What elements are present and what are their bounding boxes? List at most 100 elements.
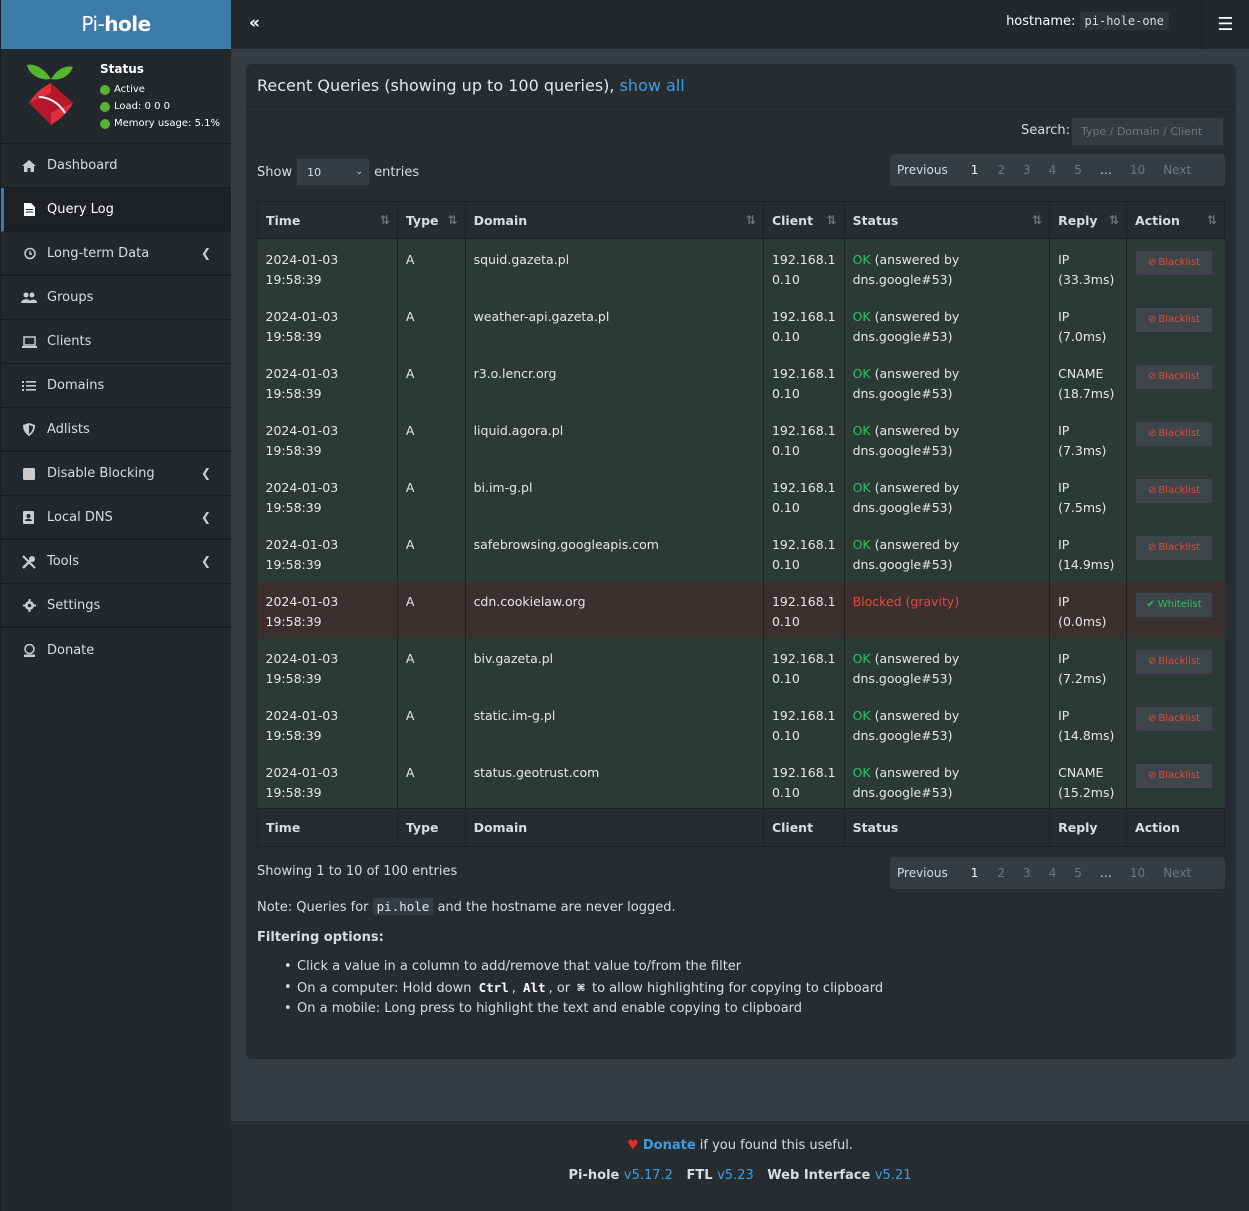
cell-domain[interactable]: cdn.cookielaw.org: [464, 580, 764, 638]
blacklist-button[interactable]: ⊘ Blacklist: [1135, 705, 1214, 732]
cell-time[interactable]: 2024-01-03 19:58:39: [257, 523, 398, 581]
cell-time[interactable]: 2024-01-03 19:58:39: [257, 466, 398, 524]
cell-type[interactable]: A: [396, 466, 466, 524]
sidebar-toggle-icon[interactable]: «: [249, 13, 260, 33]
cell-client[interactable]: 192.168.1 0.10: [762, 352, 845, 410]
cell-reply[interactable]: CNAME (15.2ms): [1049, 751, 1127, 809]
pagination-page[interactable]: 5: [1065, 163, 1091, 177]
pagination-page[interactable]: 1: [961, 163, 989, 177]
sidebar-item-tools[interactable]: Tools ❮: [1, 540, 231, 584]
cell-client[interactable]: 192.168.1 0.10: [762, 751, 845, 809]
cell-status[interactable]: OK (answered by dns.google#53): [843, 238, 1050, 296]
sidebar-item-adlists[interactable]: Adlists: [1, 408, 231, 452]
cell-domain[interactable]: bi.im-g.pl: [464, 466, 764, 524]
cell-status[interactable]: Blocked (gravity): [843, 580, 1050, 638]
sidebar-item-donate[interactable]: Donate: [1, 628, 231, 672]
blacklist-button[interactable]: ⊘ Blacklist: [1135, 762, 1214, 789]
cell-status[interactable]: OK (answered by dns.google#53): [843, 466, 1050, 524]
column-header-action[interactable]: Action ⇅: [1126, 201, 1225, 239]
pagination-page[interactable]: 10: [1121, 163, 1154, 177]
cell-status[interactable]: OK (answered by dns.google#53): [843, 523, 1050, 581]
cell-client[interactable]: 192.168.1 0.10: [762, 694, 845, 752]
blacklist-button[interactable]: ⊘ Blacklist: [1135, 648, 1214, 675]
pagination-page[interactable]: 2: [988, 163, 1014, 177]
sidebar-item-settings[interactable]: Settings: [1, 584, 231, 628]
pagination-next[interactable]: Next: [1154, 866, 1200, 880]
cell-time[interactable]: 2024-01-03 19:58:39: [257, 580, 398, 638]
cell-client[interactable]: 192.168.1 0.10: [762, 295, 845, 353]
blacklist-button[interactable]: ⊘ Blacklist: [1135, 477, 1214, 504]
cell-reply[interactable]: IP (7.2ms): [1049, 637, 1127, 695]
column-header-domain[interactable]: Domain ⇅: [464, 201, 764, 239]
cell-domain[interactable]: static.im-g.pl: [464, 694, 764, 752]
cell-reply[interactable]: IP (14.9ms): [1049, 523, 1127, 581]
cell-type[interactable]: A: [396, 295, 466, 353]
blacklist-button[interactable]: ⊘ Blacklist: [1135, 420, 1214, 447]
pagination-next[interactable]: Next: [1154, 163, 1200, 177]
cell-domain[interactable]: safebrowsing.googleapis.com: [464, 523, 764, 581]
sidebar-item-disable-blocking[interactable]: Disable Blocking ❮: [1, 452, 231, 496]
cell-client[interactable]: 192.168.1 0.10: [762, 466, 845, 524]
cell-status[interactable]: OK (answered by dns.google#53): [843, 295, 1050, 353]
column-header-reply[interactable]: Reply ⇅: [1049, 201, 1128, 239]
sidebar-item-long-term-data[interactable]: Long-term Data ❮: [1, 232, 231, 276]
pihole-version-link[interactable]: v5.17.2: [624, 1168, 673, 1183]
blacklist-button[interactable]: ⊘ Blacklist: [1135, 534, 1214, 561]
cell-client[interactable]: 192.168.1 0.10: [762, 580, 845, 638]
pagination-page[interactable]: 4: [1040, 866, 1066, 880]
search-input[interactable]: [1071, 117, 1224, 146]
blacklist-button[interactable]: ⊘ Blacklist: [1135, 306, 1214, 333]
sidebar-item-clients[interactable]: Clients: [1, 320, 231, 364]
menu-icon[interactable]: ☰: [1201, 0, 1249, 49]
pagination-page[interactable]: 3: [1014, 163, 1040, 177]
cell-time[interactable]: 2024-01-03 19:58:39: [257, 352, 398, 410]
cell-time[interactable]: 2024-01-03 19:58:39: [257, 295, 398, 353]
donate-link[interactable]: Donate: [643, 1138, 696, 1153]
show-all-link[interactable]: show all: [620, 76, 685, 95]
cell-reply[interactable]: IP (7.5ms): [1049, 466, 1127, 524]
cell-reply[interactable]: CNAME (18.7ms): [1049, 352, 1127, 410]
cell-reply[interactable]: IP (7.3ms): [1049, 409, 1127, 467]
cell-reply[interactable]: IP (7.0ms): [1049, 295, 1127, 353]
column-header-time[interactable]: Time ⇅: [257, 201, 398, 239]
cell-domain[interactable]: status.geotrust.com: [464, 751, 764, 809]
sidebar-item-local-dns[interactable]: Local DNS ❮: [1, 496, 231, 540]
cell-reply[interactable]: IP (14.8ms): [1049, 694, 1127, 752]
cell-reply[interactable]: IP (33.3ms): [1049, 238, 1127, 296]
sidebar-item-groups[interactable]: Groups: [1, 276, 231, 320]
cell-type[interactable]: A: [396, 523, 466, 581]
blacklist-button[interactable]: ⊘ Blacklist: [1135, 250, 1214, 276]
cell-time[interactable]: 2024-01-03 19:58:39: [257, 694, 398, 752]
whitelist-button[interactable]: ✔ Whitelist: [1135, 591, 1214, 618]
cell-status[interactable]: OK (answered by dns.google#53): [843, 694, 1050, 752]
cell-domain[interactable]: biv.gazeta.pl: [464, 637, 764, 695]
cell-type[interactable]: A: [396, 580, 466, 638]
web-version-link[interactable]: v5.21: [875, 1168, 912, 1183]
cell-type[interactable]: A: [396, 409, 466, 467]
cell-domain[interactable]: r3.o.lencr.org: [464, 352, 764, 410]
cell-domain[interactable]: liquid.agora.pl: [464, 409, 764, 467]
cell-type[interactable]: A: [396, 238, 466, 296]
cell-status[interactable]: OK (answered by dns.google#53): [843, 352, 1050, 410]
cell-domain[interactable]: squid.gazeta.pl: [464, 238, 764, 296]
cell-client[interactable]: 192.168.1 0.10: [762, 637, 845, 695]
cell-client[interactable]: 192.168.1 0.10: [762, 409, 845, 467]
column-header-status[interactable]: Status ⇅: [843, 201, 1051, 239]
pagination-page[interactable]: 4: [1040, 163, 1066, 177]
cell-domain[interactable]: weather-api.gazeta.pl: [464, 295, 764, 353]
cell-type[interactable]: A: [396, 352, 466, 410]
column-header-client[interactable]: Client ⇅: [762, 201, 845, 239]
cell-time[interactable]: 2024-01-03 19:58:39: [257, 637, 398, 695]
pagination-previous[interactable]: Previous: [890, 163, 961, 177]
pagination-page[interactable]: 5: [1065, 866, 1091, 880]
cell-time[interactable]: 2024-01-03 19:58:39: [257, 751, 398, 809]
entries-length-select[interactable]: 10 ⌄: [296, 158, 371, 186]
cell-type[interactable]: A: [396, 637, 466, 695]
cell-client[interactable]: 192.168.1 0.10: [762, 523, 845, 581]
cell-time[interactable]: 2024-01-03 19:58:39: [257, 409, 398, 467]
cell-type[interactable]: A: [396, 751, 466, 809]
pagination-page[interactable]: 3: [1014, 866, 1040, 880]
ftl-version-link[interactable]: v5.23: [717, 1168, 754, 1183]
column-header-type[interactable]: Type ⇅: [396, 201, 466, 239]
cell-type[interactable]: A: [396, 694, 466, 752]
